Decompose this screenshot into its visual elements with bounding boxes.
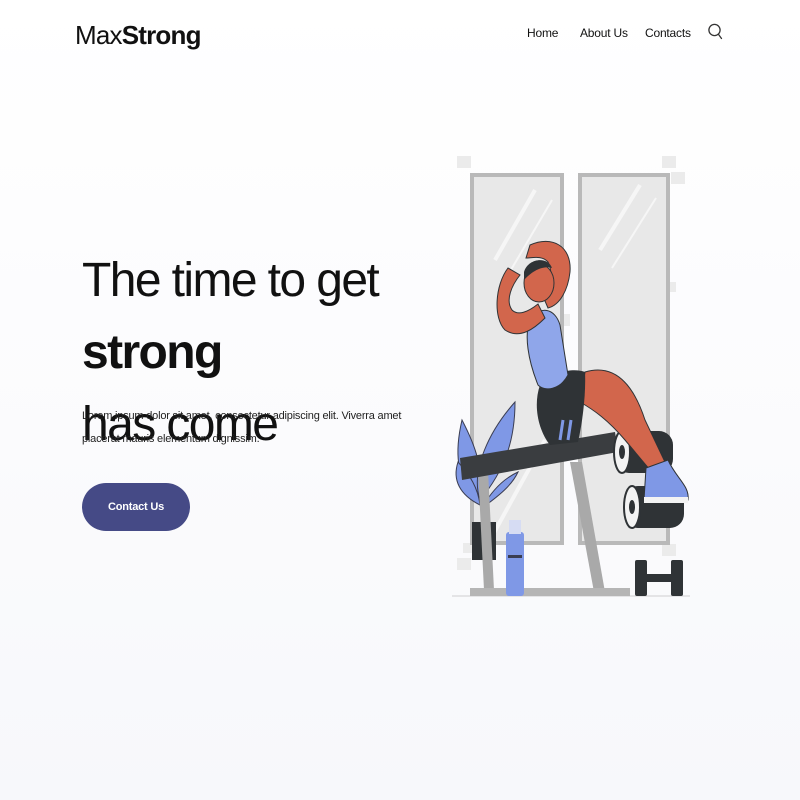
hero-title-normal: The time to get (82, 254, 380, 307)
nav-home[interactable]: Home (527, 26, 558, 40)
search-icon[interactable] (707, 22, 725, 42)
dumbbell (635, 560, 683, 596)
hero-title-bold: strong (82, 326, 223, 379)
main-nav: Home About Us Contacts (0, 26, 800, 46)
nav-about-us[interactable]: About Us (580, 26, 628, 40)
hero-description: Lorem ipsum dolor sit amet, consectetur … (82, 410, 402, 445)
contact-us-button[interactable]: Contact Us (82, 483, 190, 531)
nav-contacts[interactable]: Contacts (645, 26, 691, 40)
header: MaxStrong Home About Us Contacts (0, 0, 800, 70)
workout-illustration (452, 156, 690, 597)
